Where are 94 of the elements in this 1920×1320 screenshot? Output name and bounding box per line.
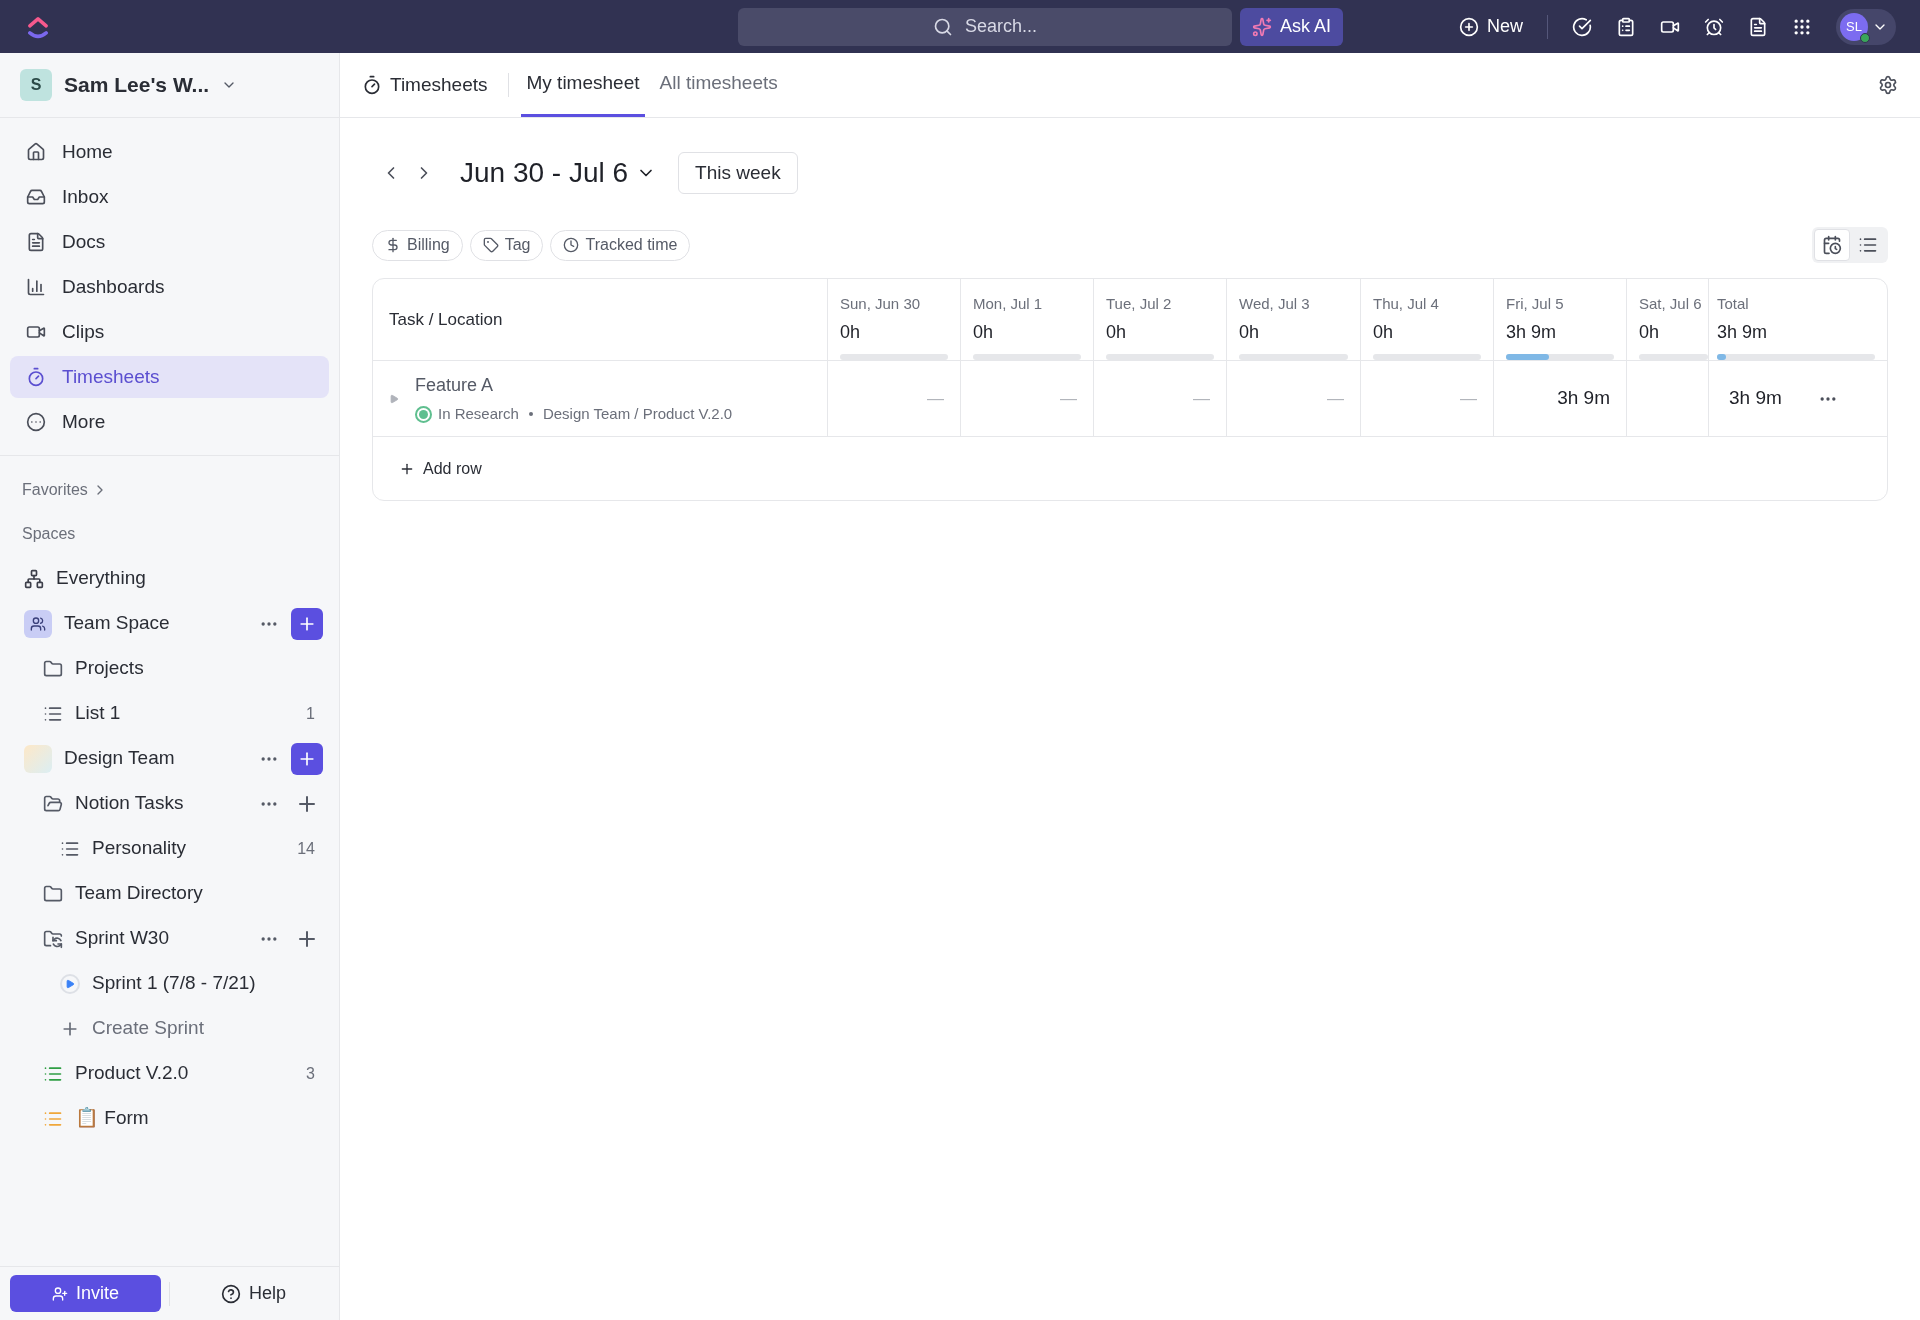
invite-button[interactable]: Invite: [10, 1275, 161, 1312]
column-header: Sat, Jul 6: [1639, 294, 1703, 314]
search-field[interactable]: Search...: [737, 7, 1232, 46]
sprint-folder-icon: [43, 928, 63, 949]
workspace-avatar: S: [20, 69, 52, 101]
search-icon: [932, 16, 953, 37]
page-title: Timesheets: [390, 72, 488, 97]
user-avatar: SL: [1840, 12, 1868, 41]
day-total: 0h: [1239, 320, 1261, 344]
day-total: 0h: [840, 320, 862, 344]
ask-ai-button[interactable]: Ask AI: [1239, 7, 1343, 46]
column-header: Fri, Jul 5: [1506, 294, 1565, 314]
column-header: Wed, Jul 3: [1239, 294, 1311, 314]
workspace-name[interactable]: Sam Lee's W...: [64, 69, 210, 101]
nav-item[interactable]: More: [10, 401, 329, 443]
nav-item[interactable]: Home: [10, 131, 329, 173]
column-header: Total: [1717, 294, 1750, 314]
sidebar-item[interactable]: Sprint W30: [75, 924, 247, 953]
date-range-dropdown[interactable]: Jun 30 - Jul 6: [460, 152, 657, 194]
folder-icon: [43, 793, 63, 814]
network-icon: [24, 568, 44, 589]
sprint-play-icon: [60, 973, 80, 994]
sidebar-item[interactable]: Team Space: [64, 609, 247, 638]
more-circle-icon: [26, 412, 46, 432]
sidebar-item[interactable]: Everything: [56, 564, 323, 593]
nav-item[interactable]: Timesheets: [10, 356, 329, 398]
sidebar-item[interactable]: Design Team: [64, 744, 247, 773]
column-header: Tue, Jul 2: [1106, 294, 1173, 314]
week-total: 3h 9m: [1717, 320, 1769, 344]
bar-chart-icon: [26, 277, 46, 297]
task-location: Design Team / Product V.2.0: [542, 403, 733, 424]
sidebar-item[interactable]: Projects: [75, 654, 323, 683]
plus-circle-icon: [1459, 16, 1479, 37]
this-week-button[interactable]: This week: [678, 152, 798, 194]
home-icon: [26, 142, 46, 162]
nav-item[interactable]: Inbox: [10, 176, 329, 218]
nav-item[interactable]: Docs: [10, 221, 329, 263]
folder-icon: [43, 883, 63, 904]
profile-button[interactable]: SL: [1836, 8, 1896, 45]
help-icon: [221, 1283, 241, 1304]
add-row-button[interactable]: Add row: [399, 456, 482, 481]
column-header: Thu, Jul 4: [1373, 294, 1440, 314]
check-circle-icon[interactable]: [1572, 16, 1592, 37]
sidebar-item[interactable]: Product V.2.0: [75, 1059, 295, 1088]
tag-icon: [482, 237, 499, 253]
tab[interactable]: All timesheets: [653, 53, 784, 117]
user-plus-icon: [52, 1285, 68, 1302]
column-header: Task / Location: [389, 308, 503, 331]
column-header: Sun, Jun 30: [840, 294, 922, 314]
add-button[interactable]: [291, 742, 323, 775]
dollar-icon: [385, 237, 401, 253]
day-total: 0h: [973, 320, 995, 344]
online-status-icon: [1860, 32, 1870, 43]
task-status: In Research: [438, 403, 519, 424]
tab[interactable]: My timesheet: [520, 53, 646, 117]
sidebar-item[interactable]: Personality: [92, 834, 286, 863]
clipboard-icon[interactable]: [1616, 16, 1636, 37]
sidebar-item[interactable]: Sprint 1 (7/8 - 7/21): [92, 969, 323, 998]
nav-item[interactable]: Dashboards: [10, 266, 329, 308]
section-heading: Spaces: [22, 524, 76, 544]
document-icon: [26, 232, 46, 252]
folder-icon: [43, 658, 63, 679]
sidebar-item[interactable]: Team Directory: [75, 879, 323, 908]
help-button[interactable]: Help: [178, 1275, 329, 1312]
day-total: 0h: [1639, 320, 1661, 344]
sidebar-item[interactable]: 📋 Form: [75, 1104, 323, 1133]
sidebar-item[interactable]: List 1: [75, 699, 295, 728]
add-button[interactable]: [291, 607, 323, 640]
sparkles-icon: [1251, 16, 1272, 37]
time-cell[interactable]: 3h 9m: [1557, 384, 1610, 413]
column-header: Mon, Jul 1: [973, 294, 1044, 314]
new-button[interactable]: New: [1459, 13, 1523, 40]
day-total: 0h: [1106, 320, 1128, 344]
day-total: 0h: [1373, 320, 1395, 344]
stopwatch-icon: [362, 75, 382, 95]
sidebar-item[interactable]: Create Sprint: [92, 1014, 323, 1043]
item-count: 14: [297, 838, 316, 859]
clock-icon: [563, 237, 580, 253]
document-icon[interactable]: [1748, 16, 1768, 37]
calendar-clock-icon[interactable]: [1814, 229, 1850, 261]
item-count: 3: [306, 1063, 316, 1084]
sidebar-item[interactable]: Notion Tasks: [75, 789, 247, 818]
people-icon: [24, 609, 52, 638]
item-count: 1: [306, 703, 316, 724]
nav-item[interactable]: Clips: [10, 311, 329, 353]
row-total: 3h 9m: [1729, 386, 1782, 411]
day-total: 3h 9m: [1506, 320, 1558, 344]
alarm-clock-icon[interactable]: [1704, 16, 1724, 37]
space-avatar-icon: [24, 744, 52, 773]
task-name[interactable]: Feature A: [415, 371, 733, 399]
inbox-icon: [26, 187, 46, 207]
section-heading[interactable]: Favorites: [22, 478, 88, 502]
settings-icon[interactable]: [1878, 75, 1898, 95]
stopwatch-icon: [26, 367, 46, 387]
